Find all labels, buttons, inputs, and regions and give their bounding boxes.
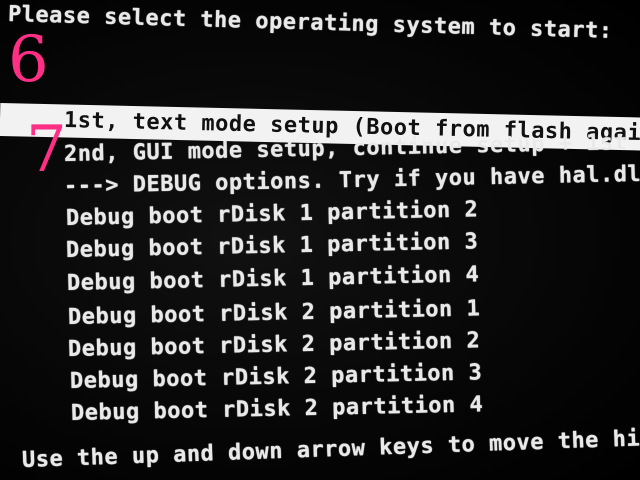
overlay-number-7: 7 xyxy=(26,113,67,187)
overlay-number-6: 6 xyxy=(8,23,49,97)
help-text: Use the up and down arrow keys to move t… xyxy=(21,422,640,473)
boot-menu-item-debug-rdisk1-p3[interactable]: Debug boot rDisk 1 partition 3 xyxy=(66,229,479,263)
boot-prompt: Please select the operating system to st… xyxy=(7,2,613,44)
boot-menu-item-debug-rdisk2-p2[interactable]: Debug boot rDisk 2 partition 2 xyxy=(68,328,481,362)
boot-menu-item-debug-rdisk2-p3[interactable]: Debug boot rDisk 2 partition 3 xyxy=(70,360,483,394)
boot-screen: Please select the operating system to st… xyxy=(0,0,640,480)
boot-menu-item-debug-rdisk1-p4[interactable]: Debug boot rDisk 1 partition 4 xyxy=(67,262,480,296)
boot-menu-item-debug-rdisk2-p1[interactable]: Debug boot rDisk 2 partition 1 xyxy=(68,296,481,330)
boot-menu-item-debug-rdisk2-p4[interactable]: Debug boot rDisk 2 partition 4 xyxy=(71,392,484,426)
boot-menu-item-debug-options[interactable]: ---> DEBUG options. Try if you have hal.… xyxy=(64,160,640,199)
boot-menu-item-debug-rdisk1-p2[interactable]: Debug boot rDisk 1 partition 2 xyxy=(66,197,479,231)
